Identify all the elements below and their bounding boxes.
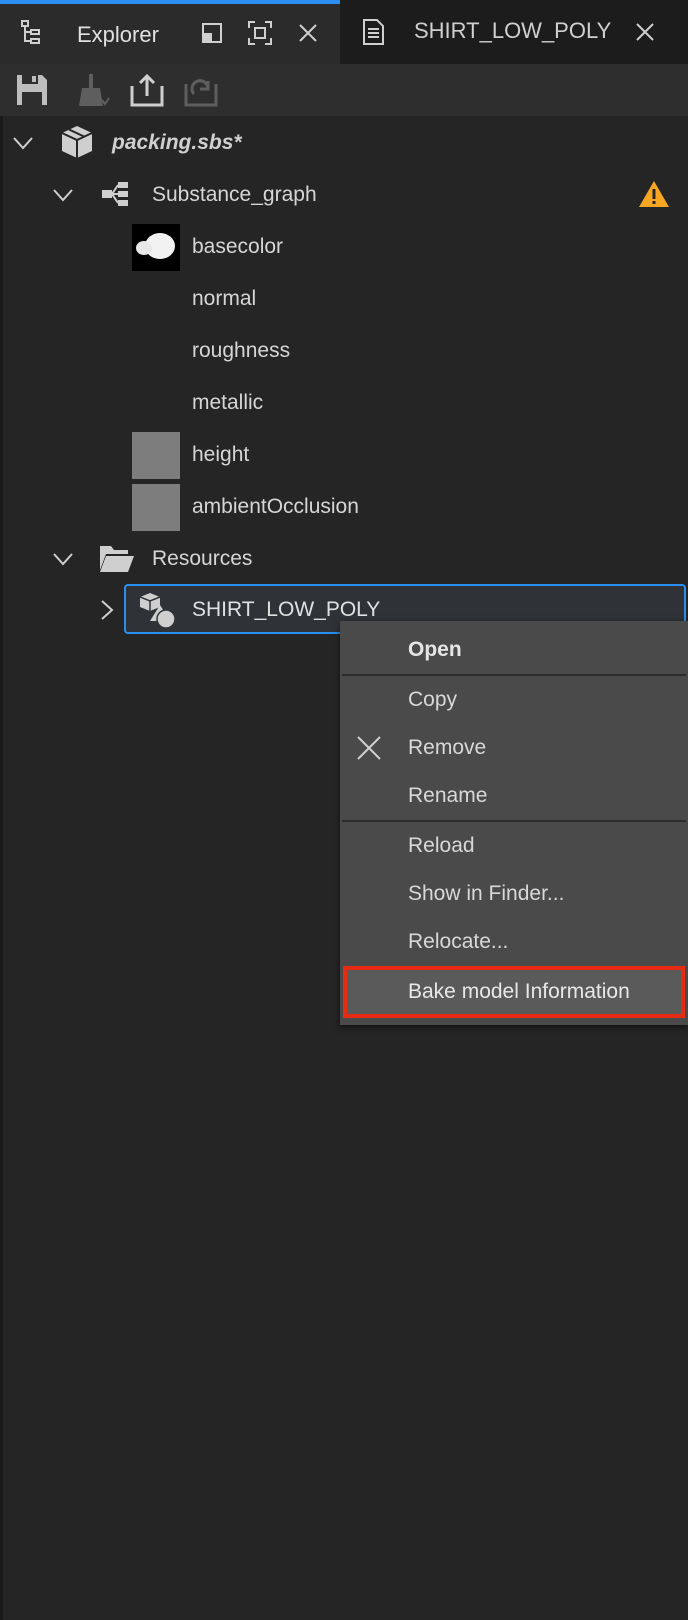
shirt-tab-label: SHIRT_LOW_POLY xyxy=(414,18,612,43)
menu-item-rename[interactable]: Rename xyxy=(340,773,688,819)
explorer-tree-icon xyxy=(18,18,48,48)
tree-row-output[interactable]: normal xyxy=(0,273,688,325)
tree-row-output[interactable]: basecolor xyxy=(0,221,688,273)
chevron-down-icon[interactable] xyxy=(51,183,75,207)
output-label: metallic xyxy=(192,391,264,414)
tree-row-package[interactable]: packing.sbs* xyxy=(0,117,688,169)
tab-shirt-low-poly[interactable]: SHIRT_LOW_POLY xyxy=(340,0,688,64)
tree-row-output[interactable]: roughness xyxy=(0,325,688,377)
chevron-right-icon[interactable] xyxy=(94,598,118,622)
graph-name: Substance_graph xyxy=(152,183,317,206)
basecolor-thumbnail xyxy=(132,224,180,271)
menu-item-relocate[interactable]: Relocate... xyxy=(340,919,688,965)
mesh-resource-icon xyxy=(139,591,178,629)
menu-separator xyxy=(342,820,686,822)
resources-folder-label: Resources xyxy=(152,547,253,570)
output-label: basecolor xyxy=(192,235,284,258)
output-label: normal xyxy=(192,287,257,310)
chevron-down-icon[interactable] xyxy=(11,131,35,155)
explorer-tab-label: Explorer xyxy=(77,22,159,47)
package-name: packing.sbs* xyxy=(112,131,242,154)
tree-row-resources[interactable]: Resources xyxy=(0,533,688,585)
explorer-toolbar xyxy=(0,64,688,116)
height-thumbnail xyxy=(132,432,180,479)
tab-bar: Explorer SHIRT_LOW_POLY xyxy=(0,0,688,64)
menu-item-show-in-finder[interactable]: Show in Finder... xyxy=(340,871,688,917)
float-panel-icon[interactable] xyxy=(197,18,227,48)
close-explorer-icon[interactable] xyxy=(293,18,323,48)
maximize-panel-icon[interactable] xyxy=(245,18,275,48)
output-label: height xyxy=(192,443,250,466)
tree-row-graph[interactable]: Substance_graph xyxy=(0,169,688,221)
output-label: roughness xyxy=(192,339,291,362)
reload-icon[interactable] xyxy=(182,70,222,110)
chevron-down-icon[interactable] xyxy=(51,547,75,571)
tab-explorer[interactable]: Explorer xyxy=(0,0,340,64)
tree-row-output[interactable]: height xyxy=(0,429,688,481)
resource-label: SHIRT_LOW_POLY xyxy=(192,598,381,621)
menu-item-bake-model-information[interactable]: Bake model Information xyxy=(343,966,685,1018)
clean-icon[interactable] xyxy=(72,70,112,110)
menu-item-reload[interactable]: Reload xyxy=(340,823,688,869)
ambient-occlusion-thumbnail xyxy=(132,484,180,531)
output-label: ambientOcclusion xyxy=(192,495,359,518)
save-icon[interactable] xyxy=(12,70,52,110)
document-icon xyxy=(358,17,388,47)
close-icon xyxy=(356,735,382,761)
context-menu: Open Copy Remove Rename Reload Show in F… xyxy=(340,621,688,1025)
package-icon xyxy=(58,123,96,161)
menu-item-remove[interactable]: Remove xyxy=(340,725,688,771)
menu-item-copy[interactable]: Copy xyxy=(340,677,688,723)
menu-item-open[interactable]: Open xyxy=(340,627,688,673)
export-icon[interactable] xyxy=(128,70,168,110)
close-shirt-tab-icon[interactable] xyxy=(630,17,660,47)
folder-open-icon xyxy=(98,542,136,574)
graph-icon xyxy=(100,179,130,209)
tree-row-output[interactable]: ambientOcclusion xyxy=(0,481,688,533)
warning-icon[interactable] xyxy=(638,179,670,209)
tree-row-output[interactable]: metallic xyxy=(0,377,688,429)
menu-separator xyxy=(342,674,686,676)
